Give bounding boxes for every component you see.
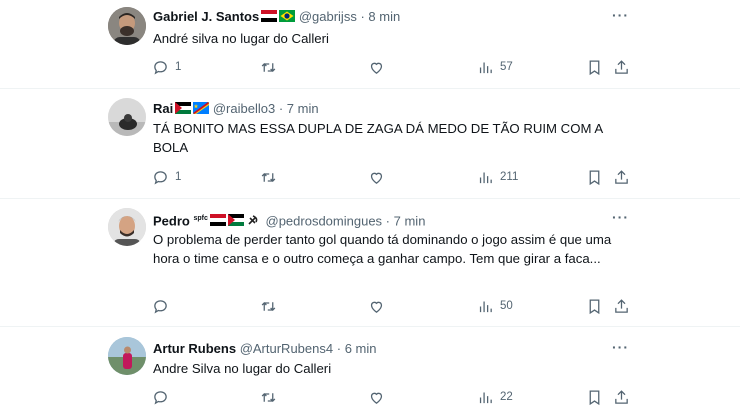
timestamp[interactable]: 7 min <box>394 213 426 228</box>
retweet-icon <box>261 62 276 72</box>
bookmark-button[interactable] <box>586 167 603 187</box>
retweet-button[interactable] <box>260 296 283 316</box>
share-button[interactable] <box>613 387 630 407</box>
share-icon <box>615 169 628 184</box>
reply-icon <box>154 60 167 75</box>
share-button[interactable] <box>613 296 630 316</box>
bookmark-button[interactable] <box>586 387 603 407</box>
flag-emojis <box>209 214 262 230</box>
user-handle[interactable]: @gabrijss <box>299 9 357 24</box>
display-name[interactable]: Pedro <box>153 213 190 228</box>
bookmark-icon <box>589 298 600 314</box>
reply-icon <box>154 299 167 314</box>
views-count: 57 <box>500 61 513 73</box>
reply-icon <box>154 170 167 185</box>
views-count: 22 <box>500 391 513 403</box>
retweet-button[interactable] <box>260 387 283 407</box>
retweet-icon <box>261 172 276 182</box>
reply-icon <box>154 390 167 405</box>
views-count: 211 <box>500 171 519 183</box>
user-handle[interactable]: @raibello3 <box>213 101 275 116</box>
avatar[interactable] <box>108 7 146 45</box>
retweet-icon <box>261 301 276 311</box>
display-name[interactable]: Gabriel J. Santos <box>153 9 259 24</box>
separator-dot: · <box>360 9 365 24</box>
share-icon <box>615 59 628 74</box>
views-icon <box>479 392 492 403</box>
tweet-header: Gabriel J. Santos @gabrijss · 8 min <box>153 9 400 26</box>
like-button[interactable] <box>368 167 391 187</box>
bookmark-icon <box>589 169 600 185</box>
views-icon <box>479 301 492 312</box>
like-button[interactable] <box>368 387 391 407</box>
separator-dot: · <box>385 213 391 229</box>
timestamp[interactable]: 6 min <box>345 341 377 356</box>
tweet[interactable]: Pedro spfc @pedrosdomingues · 7 min ··· … <box>0 198 740 327</box>
tweet[interactable]: Artur Rubens @ArturRubens4 · 6 min ··· A… <box>0 326 740 416</box>
user-handle[interactable]: @pedrosdomingues <box>266 213 383 228</box>
views-button[interactable]: 50 <box>477 296 513 316</box>
avatar[interactable] <box>108 208 146 246</box>
flag-emojis <box>261 10 296 26</box>
reply-count: 1 <box>175 171 182 183</box>
reply-button[interactable]: 1 <box>152 57 181 77</box>
like-button[interactable] <box>368 296 391 316</box>
tweet-header: Rai @raibello3 · 7 min <box>153 101 319 118</box>
views-icon <box>479 172 492 183</box>
views-button[interactable]: 22 <box>477 387 513 407</box>
like-icon <box>370 172 383 184</box>
bookmark-button[interactable] <box>586 57 603 77</box>
like-icon <box>370 301 383 313</box>
display-name[interactable]: Artur Rubens <box>153 341 236 356</box>
tweet[interactable]: Rai @raibello3 · 7 min TÁ BONITO MAS ESS… <box>0 88 740 199</box>
tweet-text: Andre Silva no lugar do Calleri <box>153 361 332 376</box>
reply-button[interactable] <box>152 296 175 316</box>
share-button[interactable] <box>613 57 630 77</box>
bookmark-icon <box>589 389 600 405</box>
retweet-button[interactable] <box>260 167 283 187</box>
share-button[interactable] <box>613 167 630 187</box>
retweet-button[interactable] <box>260 57 283 77</box>
views-icon <box>479 62 492 73</box>
display-name[interactable]: Rai <box>153 101 173 116</box>
separator-dot: · <box>278 101 284 116</box>
more-options-button[interactable]: ··· <box>612 7 629 23</box>
views-button[interactable]: 211 <box>477 167 518 187</box>
tweet-text: André silva no lugar do Calleri <box>153 31 329 46</box>
tweet-text: O problema de perder tanto gol quando tá… <box>153 232 612 266</box>
tweet-actions: 22 <box>150 387 640 407</box>
separator-dot: · <box>336 341 342 356</box>
reply-button[interactable]: 1 <box>152 167 181 187</box>
timestamp[interactable]: 8 min <box>368 9 400 24</box>
retweet-icon <box>261 392 276 402</box>
tweet-header: Artur Rubens @ArturRubens4 · 6 min <box>153 341 376 357</box>
avatar[interactable] <box>108 337 146 375</box>
tweet-header: Pedro spfc @pedrosdomingues · 7 min <box>153 211 425 230</box>
reply-count: 1 <box>175 61 182 73</box>
like-icon <box>370 62 383 74</box>
like-button[interactable] <box>368 57 391 77</box>
views-button[interactable]: 57 <box>477 57 513 77</box>
like-icon <box>370 392 383 404</box>
more-options-button[interactable]: ··· <box>612 209 629 225</box>
user-handle[interactable]: @ArturRubens4 <box>240 341 333 356</box>
views-count: 50 <box>500 300 513 312</box>
more-options-button[interactable]: ··· <box>612 339 629 355</box>
timestamp[interactable]: 7 min <box>287 101 319 116</box>
bookmark-icon <box>589 59 600 75</box>
bookmark-button[interactable] <box>586 296 603 316</box>
share-icon <box>615 389 628 404</box>
flag-emojis <box>175 102 210 118</box>
avatar[interactable] <box>108 98 146 136</box>
tweet-actions: 50 <box>150 296 640 316</box>
reply-button[interactable] <box>152 387 175 407</box>
tweet-text: TÁ BONITO MAS ESSA DUPLA DE ZAGA DÁ MEDO… <box>153 121 603 155</box>
tweet-actions: 1 211 <box>150 167 640 187</box>
share-icon <box>615 298 628 313</box>
tweet[interactable]: Gabriel J. Santos @gabrijss · 8 min ··· … <box>0 0 740 89</box>
name-suffix: spfc <box>193 215 208 222</box>
tweet-actions: 1 57 <box>150 57 640 77</box>
